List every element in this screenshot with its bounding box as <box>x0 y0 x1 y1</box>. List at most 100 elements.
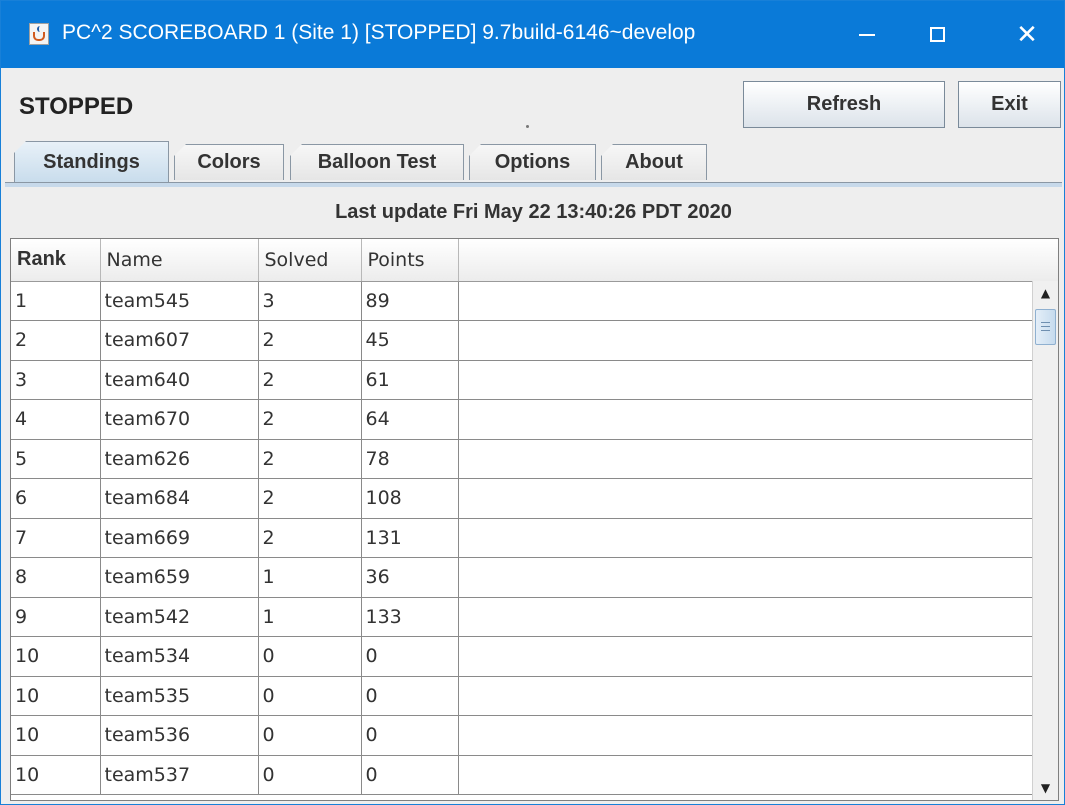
column-header-solved[interactable]: Solved <box>258 239 362 282</box>
solved-cell: 2 <box>258 478 362 519</box>
exit-button-label: Exit <box>991 93 1028 115</box>
blank-cell <box>458 676 1033 716</box>
tab-options-label: Options <box>494 151 571 173</box>
title-bar[interactable]: PC^2 SCOREBOARD 1 (Site 1) [STOPPED] 9.7… <box>1 1 1064 68</box>
rank-cell: 7 <box>11 518 101 558</box>
points-cell: 89 <box>361 281 459 321</box>
name-cell: team545 <box>100 281 259 321</box>
maximize-icon <box>929 27 945 42</box>
solved-cell: 2 <box>258 320 362 361</box>
solved-cell: 3 <box>258 281 362 321</box>
tab-standings[interactable]: Standings <box>14 141 169 183</box>
rank-cell: 4 <box>11 399 101 440</box>
blank-cell <box>458 439 1033 479</box>
points-cell: 36 <box>361 557 459 598</box>
name-cell: team607 <box>100 320 259 361</box>
column-header-points[interactable]: Points <box>361 239 459 282</box>
blank-cell <box>458 715 1033 756</box>
scroll-up-icon[interactable]: ▲ <box>1033 281 1058 305</box>
table-row[interactable]: 10 team534 0 0 <box>11 636 1033 677</box>
refresh-button-label: Refresh <box>806 93 882 115</box>
blank-cell <box>458 636 1033 677</box>
standings-table: Rank Name Solved Points 1 team545 3 89 2 team… <box>11 239 1033 795</box>
name-cell: team537 <box>100 755 259 795</box>
solved-cell: 2 <box>258 518 362 558</box>
table-header-row: Rank Name Solved Points <box>11 239 1033 282</box>
table-row[interactable]: 3 team640 2 61 <box>11 360 1033 400</box>
blank-cell <box>458 557 1033 598</box>
points-cell: 0 <box>361 676 459 716</box>
tab-colors[interactable]: Colors <box>174 144 284 180</box>
solved-cell: 2 <box>258 360 362 400</box>
table-row[interactable]: 10 team537 0 0 <box>11 755 1033 795</box>
table-row[interactable]: 8 team659 1 36 <box>11 557 1033 598</box>
minimize-button[interactable] <box>837 1 897 68</box>
tab-about-label: About <box>625 151 683 173</box>
rank-cell: 5 <box>11 439 101 479</box>
solved-cell: 0 <box>258 755 362 795</box>
standings-table-frame: Rank Name Solved Points 1 team545 3 89 2 team… <box>10 238 1059 801</box>
scrollbar-thumb[interactable] <box>1035 309 1056 345</box>
table-row[interactable]: 7 team669 2 131 <box>11 518 1033 558</box>
blank-cell <box>458 518 1033 558</box>
table-row[interactable]: 9 team542 1 133 <box>11 597 1033 637</box>
blank-cell <box>458 597 1033 637</box>
blank-cell <box>458 755 1033 795</box>
tab-options[interactable]: Options <box>469 144 596 180</box>
rank-cell: 3 <box>11 360 101 400</box>
table-row[interactable]: 10 team535 0 0 <box>11 676 1033 716</box>
points-cell: 64 <box>361 399 459 440</box>
points-cell: 0 <box>361 715 459 756</box>
solved-cell: 0 <box>258 676 362 716</box>
tab-colors-label: Colors <box>197 151 261 173</box>
points-cell: 131 <box>361 518 459 558</box>
table-row[interactable]: 6 team684 2 108 <box>11 478 1033 519</box>
header-corner <box>1032 239 1058 282</box>
refresh-button[interactable]: Refresh <box>743 81 945 128</box>
scoreboard-window: PC^2 SCOREBOARD 1 (Site 1) [STOPPED] 9.7… <box>0 0 1065 805</box>
blank-cell <box>458 320 1033 361</box>
table-row[interactable]: 10 team536 0 0 <box>11 715 1033 756</box>
table-row[interactable]: 1 team545 3 89 <box>11 281 1033 321</box>
vertical-scrollbar[interactable]: ▲ ▼ <box>1032 281 1058 800</box>
close-button[interactable]: ✕ <box>997 1 1057 68</box>
name-cell: team542 <box>100 597 259 637</box>
points-cell: 108 <box>361 478 459 519</box>
tab-about[interactable]: About <box>601 144 707 180</box>
scroll-down-icon[interactable]: ▼ <box>1033 776 1058 800</box>
column-header-blank <box>458 239 1033 282</box>
solved-cell: 2 <box>258 439 362 479</box>
points-cell: 78 <box>361 439 459 479</box>
maximize-button[interactable] <box>907 1 967 68</box>
table-row[interactable]: 2 team607 2 45 <box>11 320 1033 361</box>
points-cell: 0 <box>361 636 459 677</box>
rank-cell: 8 <box>11 557 101 598</box>
name-cell: team536 <box>100 715 259 756</box>
table-row[interactable]: 4 team670 2 64 <box>11 399 1033 440</box>
rank-cell: 10 <box>11 676 101 716</box>
name-cell: team669 <box>100 518 259 558</box>
rank-cell: 9 <box>11 597 101 637</box>
points-cell: 0 <box>361 755 459 795</box>
solved-cell: 1 <box>258 557 362 598</box>
table-row[interactable]: 5 team626 2 78 <box>11 439 1033 479</box>
column-header-rank[interactable]: Rank <box>11 239 101 282</box>
minimize-icon <box>859 33 875 36</box>
column-header-name[interactable]: Name <box>100 239 259 282</box>
name-cell: team659 <box>100 557 259 598</box>
points-cell: 45 <box>361 320 459 361</box>
solved-cell: 2 <box>258 399 362 440</box>
name-cell: team684 <box>100 478 259 519</box>
exit-button[interactable]: Exit <box>958 81 1061 128</box>
solved-cell: 1 <box>258 597 362 637</box>
rank-cell: 6 <box>11 478 101 519</box>
name-cell: team535 <box>100 676 259 716</box>
contest-status-label: STOPPED <box>19 93 134 120</box>
blank-cell <box>458 281 1033 321</box>
tab-balloon-test[interactable]: Balloon Test <box>290 144 464 180</box>
standings-table-body: 1 team545 3 89 2 team607 2 45 3 team640 2 61 4 team67… <box>11 281 1033 795</box>
tab-divider <box>5 182 1062 187</box>
last-update-label: Last update Fri May 22 13:40:26 PDT 2020 <box>335 201 732 223</box>
rank-cell: 2 <box>11 320 101 361</box>
java-app-icon <box>29 23 49 45</box>
